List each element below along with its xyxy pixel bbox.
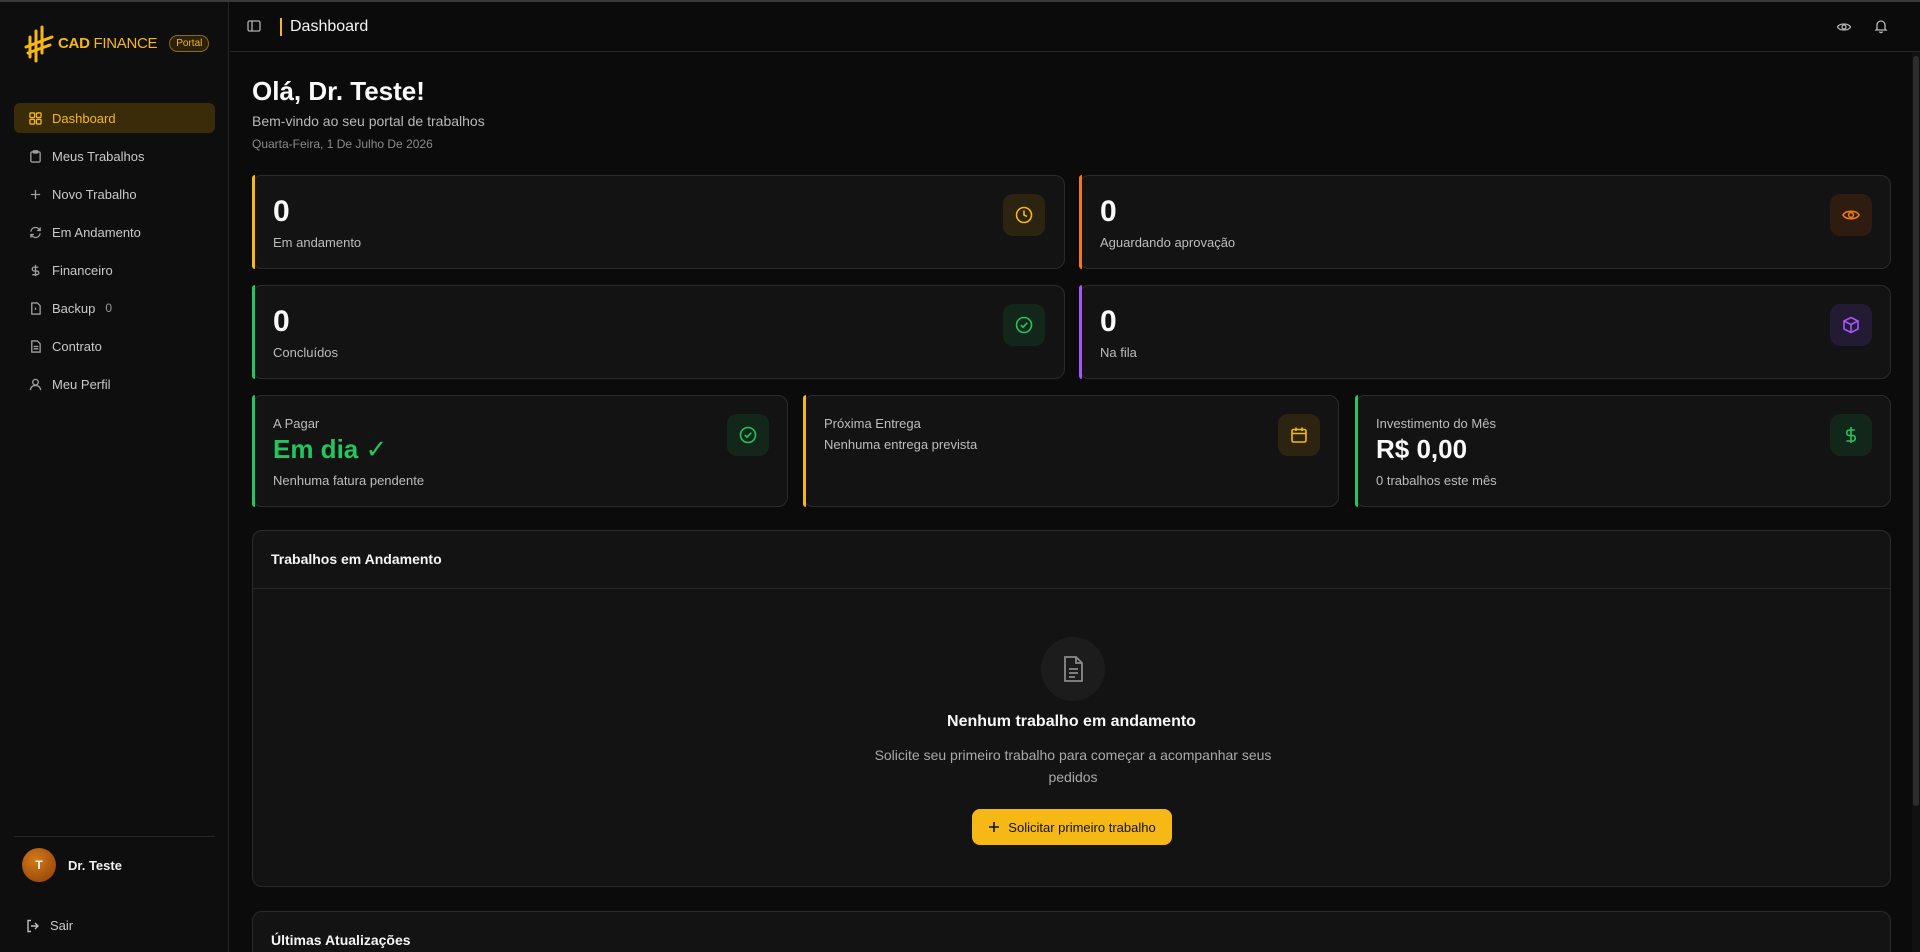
clock-icon	[1003, 194, 1045, 236]
sidebar: CAD FINANCE Portal Dashboard Meus Trabal…	[0, 2, 229, 952]
package-icon	[1830, 304, 1872, 346]
sidebar-item-label: Contrato	[52, 338, 102, 354]
stat-value: 0	[273, 195, 290, 228]
header-separator	[280, 18, 282, 36]
plus-icon	[28, 187, 42, 201]
sidebar-item-novo-trabalho[interactable]: Novo Trabalho	[14, 179, 215, 209]
card-accent	[252, 395, 255, 507]
brand-name: CAD FINANCE	[58, 34, 158, 52]
finance-value: R$ 0,00	[1376, 434, 1468, 464]
finance-subtext: Nenhuma fatura pendente	[273, 473, 425, 488]
stat-label: Aguardando aprovação	[1100, 235, 1236, 250]
clipboard-icon	[28, 149, 42, 163]
panel-divider	[253, 588, 1890, 589]
stat-card-em-andamento[interactable]: 0 Em andamento	[252, 175, 1065, 269]
sidebar-item-meus-trabalhos[interactable]: Meus Trabalhos	[14, 141, 215, 171]
stat-label: Concluídos	[273, 345, 339, 360]
calendar-icon	[1278, 414, 1320, 456]
card-accent	[1079, 285, 1082, 379]
stat-label: Em andamento	[273, 235, 362, 250]
greeting-title: Olá, Dr. Teste!	[252, 76, 425, 106]
sidebar-nav: Dashboard Meus Trabalhos Novo Trabalho E…	[14, 103, 215, 407]
sidebar-item-backup[interactable]: Backup 0	[14, 293, 215, 323]
sidebar-item-dashboard[interactable]: Dashboard	[14, 103, 215, 133]
backup-count-badge: 0	[105, 301, 113, 315]
bell-icon[interactable]	[1873, 18, 1889, 34]
sidebar-item-label: Meu Perfil	[52, 376, 111, 392]
stat-card-concluidos[interactable]: 0 Concluídos	[252, 285, 1065, 379]
eye-icon	[1830, 194, 1872, 236]
finance-value: Em dia ✓	[273, 434, 388, 464]
stat-card-aguardando-aprovacao[interactable]: 0 Aguardando aprovação	[1079, 175, 1891, 269]
document-icon	[1041, 637, 1105, 701]
finance-card-investimento[interactable]: Investimento do Mês R$ 0,00 0 trabalhos …	[1355, 395, 1891, 507]
sidebar-item-meu-perfil[interactable]: Meu Perfil	[14, 369, 215, 399]
button-label: Solicitar primeiro trabalho	[1008, 819, 1156, 835]
greeting-subtitle: Bem-vindo ao seu portal de trabalhos	[252, 113, 485, 129]
sidebar-toggle-icon[interactable]	[246, 18, 262, 34]
brand-logo-area[interactable]: CAD FINANCE Portal	[24, 22, 210, 64]
user-profile[interactable]: T Dr. Teste	[22, 848, 122, 882]
in-progress-panel: Trabalhos em Andamento Nenhum trabalho e…	[252, 530, 1891, 887]
current-date: Quarta-Feira, 1 De Julho De 2026	[252, 137, 433, 151]
sidebar-item-label: Backup	[52, 300, 96, 316]
card-accent	[252, 175, 255, 269]
finance-card-proxima-entrega[interactable]: Próxima Entrega Nenhuma entrega prevista	[803, 395, 1339, 507]
stat-value: 0	[1100, 195, 1117, 228]
updates-panel: Últimas Atualizações	[252, 911, 1891, 952]
cad-finance-logo-icon	[24, 25, 54, 63]
panel-title: Trabalhos em Andamento	[271, 551, 442, 567]
dollar-icon	[1830, 414, 1872, 456]
file-icon	[28, 301, 42, 315]
user-icon	[28, 377, 42, 391]
card-accent	[252, 285, 255, 379]
logout-label: Sair	[50, 918, 74, 933]
finance-subtext: 0 trabalhos este mês	[1376, 473, 1497, 488]
empty-state-title: Nenhum trabalho em andamento	[947, 713, 1196, 730]
sidebar-item-label: Em Andamento	[52, 224, 141, 240]
sidebar-item-label: Novo Trabalho	[52, 186, 137, 202]
portal-badge: Portal	[169, 34, 210, 52]
sidebar-item-contrato[interactable]: Contrato	[14, 331, 215, 361]
finance-card-a-pagar[interactable]: A Pagar Em dia ✓ Nenhuma fatura pendente	[252, 395, 788, 507]
stat-label: Na fila	[1100, 345, 1137, 360]
check-circle-icon	[1003, 304, 1045, 346]
dollar-icon	[28, 263, 42, 277]
sidebar-item-em-andamento[interactable]: Em Andamento	[14, 217, 215, 247]
sidebar-item-label: Meus Trabalhos	[52, 148, 145, 164]
document-icon	[28, 339, 42, 353]
finance-label: Investimento do Mês	[1376, 416, 1496, 431]
top-header: Dashboard	[230, 2, 1920, 52]
finance-label: A Pagar	[273, 416, 320, 431]
sidebar-divider	[14, 836, 215, 837]
page-title: Dashboard	[290, 18, 369, 35]
eye-icon[interactable]	[1836, 19, 1852, 35]
check-circle-icon	[727, 414, 769, 456]
empty-state-text: Solicite seu primeiro trabalho para come…	[874, 747, 1272, 785]
stat-value: 0	[1100, 305, 1117, 338]
stat-card-na-fila[interactable]: 0 Na fila	[1079, 285, 1891, 379]
logout-icon	[27, 919, 39, 932]
panel-title: Últimas Atualizações	[271, 932, 411, 948]
request-first-job-button[interactable]: Solicitar primeiro trabalho	[972, 809, 1172, 845]
refresh-icon	[28, 225, 42, 239]
card-accent	[1079, 175, 1082, 269]
sidebar-item-label: Dashboard	[52, 110, 116, 126]
logout-button[interactable]: Sair	[26, 918, 73, 933]
sidebar-item-financeiro[interactable]: Financeiro	[14, 255, 215, 285]
card-accent	[1355, 395, 1358, 507]
finance-label: Próxima Entrega	[824, 416, 921, 431]
grid-icon	[28, 111, 42, 125]
scrollbar-thumb[interactable]	[1913, 56, 1919, 806]
avatar: T	[22, 848, 56, 882]
plus-icon	[989, 822, 1000, 832]
finance-subtext: Nenhuma entrega prevista	[824, 437, 978, 452]
card-accent	[803, 395, 806, 507]
user-name: Dr. Teste	[68, 857, 122, 873]
sidebar-item-label: Financeiro	[52, 262, 113, 278]
stat-value: 0	[273, 305, 290, 338]
